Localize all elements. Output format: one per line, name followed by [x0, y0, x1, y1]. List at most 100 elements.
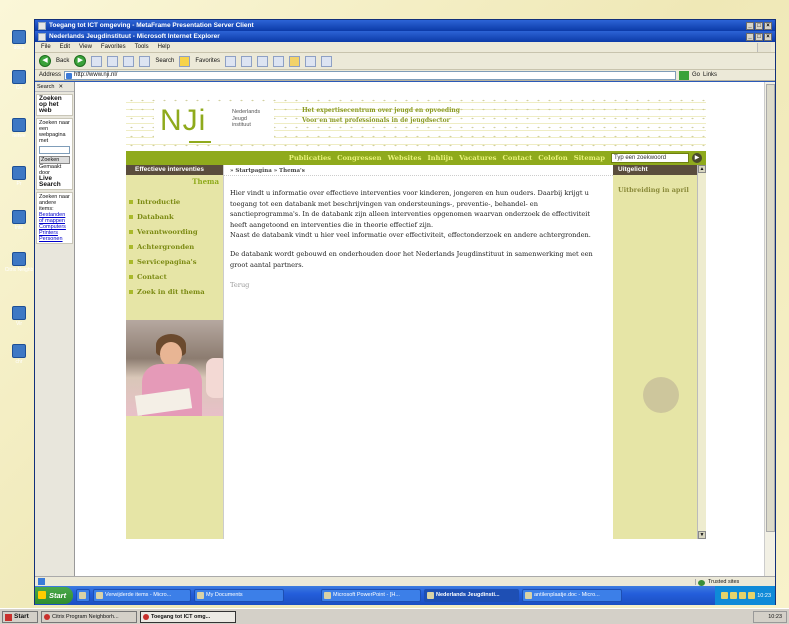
- desktop-icon[interactable]: Vir: [2, 306, 36, 327]
- menu-view[interactable]: View: [79, 44, 92, 50]
- tray-icon[interactable]: [739, 592, 747, 599]
- desktop-icon[interactable]: chr: [2, 344, 36, 365]
- desktop-icon[interactable]: netwe: [2, 118, 36, 139]
- desktop-icon[interactable]: Pr: [2, 166, 36, 187]
- address-bar: Address http://www.nji.nl/ Go Links: [35, 70, 775, 81]
- scroll-up-icon[interactable]: ▲: [698, 165, 706, 173]
- site-search-input[interactable]: Typ een zoekwoord: [611, 153, 689, 163]
- menu-edit[interactable]: Edit: [60, 44, 70, 50]
- link-persons[interactable]: Personen: [39, 236, 70, 242]
- scrollbar-thumb[interactable]: [766, 84, 775, 532]
- close-button[interactable]: ×: [764, 21, 772, 30]
- frame-scrollbar[interactable]: ▲ ▼: [697, 165, 706, 539]
- close-icon[interactable]: ✕: [58, 84, 63, 90]
- taskbar-item-deleted-items[interactable]: Verwijderde items - Micro...: [93, 589, 191, 602]
- search-go-icon[interactable]: ▶: [692, 153, 702, 163]
- address-input[interactable]: http://www.nji.nl/: [64, 70, 677, 80]
- citrix-titlebar[interactable]: Toegang tot ICT omgeving - MetaFrame Pre…: [35, 20, 775, 31]
- back-arrow-icon[interactable]: ◀: [39, 55, 51, 67]
- go-button[interactable]: Go: [692, 72, 700, 78]
- nav-contact[interactable]: Contact: [500, 154, 536, 162]
- window-title: Toegang tot ICT omgeving - MetaFrame Pre…: [49, 22, 254, 29]
- breadcrumb[interactable]: » Startpagina » Thema's: [224, 165, 613, 176]
- search-button-label[interactable]: Search: [155, 58, 174, 64]
- featured-header: Uitgelicht: [613, 165, 697, 175]
- ie-minimize-button[interactable]: _: [746, 32, 754, 41]
- edit-icon[interactable]: [273, 55, 285, 67]
- desktop-icon[interactable]: Inte: [2, 210, 36, 231]
- nav-inhlijn[interactable]: Inhlijn: [424, 154, 456, 162]
- menu-item-achtergronden[interactable]: Achtergronden: [126, 241, 223, 256]
- taskbar-item-ie[interactable]: Nederlands Jeugdinsti...: [424, 589, 519, 602]
- nav-vacatures[interactable]: Vacatures: [456, 154, 499, 162]
- folder-icon[interactable]: [289, 55, 301, 67]
- tray-icon[interactable]: [748, 592, 756, 599]
- quicklaunch-icon[interactable]: [76, 589, 90, 602]
- desktop-icon[interactable]: docu: [2, 30, 36, 51]
- menu-item-introductie[interactable]: Introductie: [126, 196, 223, 211]
- featured-item[interactable]: Uitbreiding in april: [613, 175, 697, 196]
- taskbar-item-citrix-neighborhood[interactable]: Citrix Program Neighborh...: [41, 610, 137, 623]
- minimize-button[interactable]: _: [746, 21, 754, 30]
- scroll-down-icon[interactable]: ▼: [698, 531, 706, 539]
- nav-sitemap[interactable]: Sitemap: [571, 154, 608, 162]
- print-icon[interactable]: [257, 55, 269, 67]
- search-pane-input[interactable]: [39, 146, 70, 154]
- desktop-icon[interactable]: Co: [2, 70, 36, 91]
- citrix-window: Toegang tot ICT omgeving - MetaFrame Pre…: [34, 19, 776, 605]
- site-tagline: Het expertisecentrum over jeugd en opvoe…: [302, 107, 460, 124]
- taskbar-item-citrix-session[interactable]: Toegang tot ICT omg...: [140, 610, 236, 623]
- taskbar-item-word[interactable]: antilenplaatje.doc - Micro...: [522, 589, 622, 602]
- menu-favorites[interactable]: Favorites: [101, 44, 126, 50]
- menu-item-zoek-thema[interactable]: Zoek in dit thema: [126, 286, 223, 301]
- site-header: NJi Nederlands Jeugd instituut Het exper…: [126, 96, 706, 151]
- search-icon[interactable]: [139, 55, 151, 67]
- favorites-star-icon[interactable]: [179, 55, 191, 67]
- taskbar-item-my-documents[interactable]: My Documents: [194, 589, 284, 602]
- favorites-button-label[interactable]: Favorites: [195, 58, 220, 64]
- research-icon[interactable]: [321, 55, 333, 67]
- search-pane-heading-block: Zoeken op het web: [36, 94, 73, 116]
- nav-websites[interactable]: Websites: [385, 154, 425, 162]
- search-pane-button[interactable]: Zoeken: [39, 156, 70, 164]
- local-clock: 10:23: [753, 610, 787, 623]
- go-arrow-icon[interactable]: [679, 70, 690, 80]
- nav-congressen[interactable]: Congressen: [334, 154, 384, 162]
- maximize-button[interactable]: □: [755, 21, 763, 30]
- local-start-button[interactable]: Start: [2, 610, 38, 623]
- messenger-icon[interactable]: [305, 55, 317, 67]
- menu-help[interactable]: Help: [158, 44, 170, 50]
- desktop-icon[interactable]: Citrix Neighb: [2, 252, 36, 273]
- menu-item-contact[interactable]: Contact: [126, 271, 223, 286]
- ie-close-button[interactable]: ×: [764, 32, 772, 41]
- stop-icon[interactable]: [91, 55, 103, 67]
- tray-icon[interactable]: [730, 592, 738, 599]
- menu-item-databank[interactable]: Databank: [126, 211, 223, 226]
- refresh-icon[interactable]: [107, 55, 119, 67]
- left-menu: Introductie Databank Verantwoording Acht…: [126, 196, 223, 301]
- nav-publicaties[interactable]: Publicaties: [286, 154, 334, 162]
- link-files-folders[interactable]: Bestanden of mappen: [39, 212, 70, 224]
- menu-tools[interactable]: Tools: [135, 44, 149, 50]
- nav-colofon[interactable]: Colofon: [535, 154, 570, 162]
- menu-item-verantwoording[interactable]: Verantwoording: [126, 226, 223, 241]
- forward-arrow-icon[interactable]: ▶: [74, 55, 87, 67]
- home-icon[interactable]: [123, 55, 135, 67]
- ie-maximize-button[interactable]: □: [755, 32, 763, 41]
- tray-icon[interactable]: [721, 592, 729, 599]
- page-scrollbar[interactable]: [764, 82, 775, 576]
- search-pane-form: Zoeken naar een webpagina met Zoeken Gem…: [36, 118, 73, 190]
- remote-start-button[interactable]: Start: [35, 587, 73, 604]
- nji-site: NJi Nederlands Jeugd instituut Het exper…: [126, 96, 706, 539]
- back-button-label[interactable]: Back: [56, 58, 69, 64]
- history-icon[interactable]: [225, 55, 237, 67]
- menu-item-servicepaginas[interactable]: Servicepagina's: [126, 256, 223, 271]
- main-content: » Startpagina » Thema's Hier vindt u inf…: [223, 165, 613, 539]
- ie-titlebar[interactable]: Nederlands Jeugdinstituut - Microsoft In…: [35, 31, 775, 42]
- mail-icon[interactable]: [241, 55, 253, 67]
- nji-logo[interactable]: NJi Nederlands Jeugd instituut: [154, 102, 274, 143]
- links-button[interactable]: Links: [703, 72, 717, 78]
- menu-file[interactable]: File: [41, 44, 51, 50]
- taskbar-item-powerpoint[interactable]: Microsoft PowerPoint - [H...: [321, 589, 421, 602]
- back-link[interactable]: Terug: [224, 280, 613, 291]
